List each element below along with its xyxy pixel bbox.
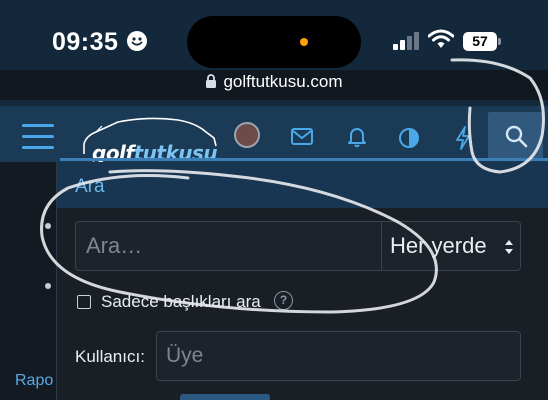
menu-icon[interactable] xyxy=(22,124,54,150)
clock: 09:35 xyxy=(52,28,119,56)
cellular-signal-icon xyxy=(393,32,421,50)
select-arrows-icon xyxy=(505,240,513,254)
wifi-icon xyxy=(428,29,454,48)
report-link[interactable]: Rapo xyxy=(15,372,53,390)
search-dropdown: Ara Her yerde Sadece başlıkları ara ? Ku… xyxy=(56,162,548,400)
search-input[interactable] xyxy=(76,222,381,270)
submit-button-edge[interactable] xyxy=(180,394,270,400)
list-bullet xyxy=(45,223,51,229)
search-title: Ara xyxy=(75,176,105,197)
header-divider xyxy=(60,158,548,161)
lock-icon xyxy=(206,74,217,88)
status-bar: 09:35 57 golftutkusu.com xyxy=(0,0,548,91)
lightning-icon[interactable] xyxy=(455,126,471,150)
bell-icon[interactable] xyxy=(347,126,367,148)
battery-tip xyxy=(498,38,501,45)
recording-indicator-icon xyxy=(300,38,308,46)
address-bar[interactable]: golftutkusu.com xyxy=(0,72,548,100)
theme-icon[interactable] xyxy=(398,127,420,149)
avatar[interactable] xyxy=(234,122,260,148)
battery-indicator: 57 xyxy=(463,32,497,51)
user-field xyxy=(156,331,521,381)
help-icon[interactable]: ? xyxy=(274,291,293,310)
site-logo[interactable]: golftutkusu xyxy=(78,114,228,165)
smiley-face-icon xyxy=(127,31,147,51)
search-dropdown-header: Ara xyxy=(57,162,548,208)
titles-only-label[interactable]: Sadece başlıkları ara xyxy=(101,292,261,312)
list-bullet xyxy=(45,283,51,289)
search-button[interactable] xyxy=(488,112,543,160)
search-scope-select[interactable]: Her yerde xyxy=(382,222,521,270)
user-field-label: Kullanıcı: xyxy=(75,347,145,366)
search-field-group: Her yerde xyxy=(75,221,521,271)
dynamic-island xyxy=(187,16,361,68)
mail-icon[interactable] xyxy=(291,128,313,145)
user-input[interactable] xyxy=(157,332,520,380)
search-scope-value: Her yerde xyxy=(390,233,487,258)
titles-only-checkbox[interactable] xyxy=(77,295,91,309)
search-icon xyxy=(505,125,528,148)
url-text: golftutkusu.com xyxy=(223,72,343,91)
